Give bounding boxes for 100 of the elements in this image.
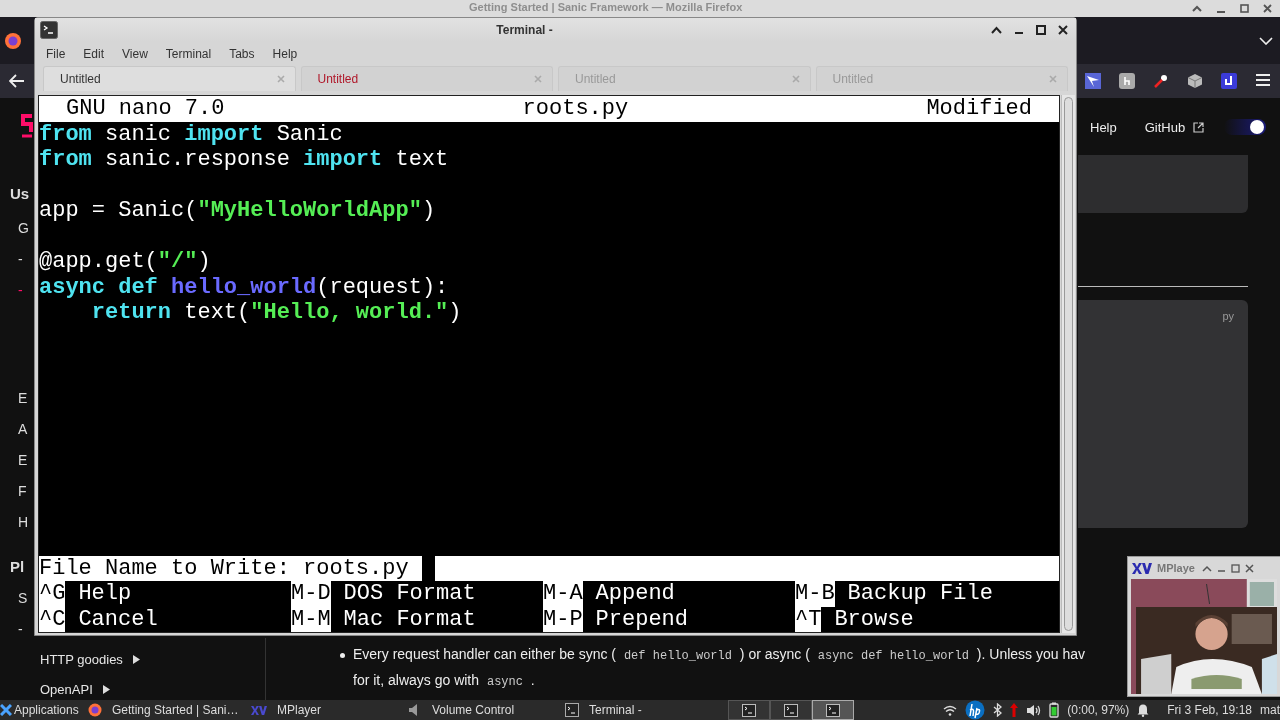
close-icon[interactable] bbox=[1058, 25, 1068, 35]
sidebar-item[interactable]: E bbox=[10, 388, 32, 419]
close-icon[interactable] bbox=[1263, 4, 1272, 13]
sidebar-item[interactable]: H bbox=[10, 512, 32, 557]
sidebar-item[interactable]: F bbox=[10, 481, 32, 512]
shortcut-label: DOS Format bbox=[343, 581, 476, 607]
shortcut-label: Help bbox=[78, 581, 132, 607]
shortcut-label: Cancel bbox=[78, 606, 158, 632]
firefox-icon bbox=[88, 703, 102, 717]
workspace-button[interactable] bbox=[728, 700, 770, 720]
bluetooth-icon bbox=[993, 703, 1003, 717]
xv-logo-icon bbox=[1132, 562, 1152, 574]
sidebar-item[interactable]: - bbox=[10, 619, 32, 650]
sidebar-item[interactable]: - bbox=[10, 280, 32, 388]
collapse-icon[interactable] bbox=[1201, 564, 1212, 572]
workspace-button[interactable] bbox=[770, 700, 812, 720]
theme-toggle[interactable] bbox=[1224, 119, 1267, 135]
code-line: from sanic.response import text bbox=[39, 147, 449, 172]
collapse-icon[interactable] bbox=[1192, 4, 1202, 13]
shortcut-label: Append bbox=[595, 581, 675, 607]
terminal-icon bbox=[565, 703, 579, 717]
shortcut-key: M-B bbox=[795, 581, 835, 607]
code-line: app = Sanic("MyHelloWorldApp") bbox=[39, 198, 436, 223]
taskbar-button[interactable]: MPlayer bbox=[245, 700, 402, 720]
code-line: from sanic import Sanic bbox=[39, 121, 343, 147]
sidebar-item[interactable]: S bbox=[10, 588, 32, 619]
arrow-up-icon bbox=[1010, 703, 1019, 717]
logo-icon bbox=[20, 112, 34, 138]
clock: Fri 3 Feb, 19:18 bbox=[1167, 703, 1252, 717]
paper-plane-icon[interactable] bbox=[1085, 73, 1101, 89]
code-line: @app.get("/") bbox=[39, 249, 211, 274]
firefox-icon[interactable] bbox=[4, 32, 22, 50]
sidebar-heading: Pl bbox=[10, 557, 26, 577]
shortcut-key: ^T bbox=[795, 606, 822, 632]
sidebar-item[interactable]: A bbox=[10, 419, 32, 450]
taskbar-button[interactable]: Volume Control bbox=[402, 700, 559, 720]
battery-status: (0:00, 97%) bbox=[1067, 703, 1130, 717]
menu-item[interactable]: File bbox=[46, 47, 66, 61]
modified-status: Modified bbox=[926, 96, 1032, 122]
key-icon[interactable] bbox=[1153, 73, 1169, 89]
wifi-icon bbox=[943, 704, 958, 716]
external-link-icon bbox=[1193, 121, 1205, 133]
back-arrow-icon[interactable] bbox=[9, 74, 25, 88]
sidebar-item[interactable]: OpenAPI bbox=[40, 680, 140, 698]
paragraph: for it, always go with async . bbox=[353, 672, 536, 691]
taskbar-button[interactable]: Getting Started | Sani… bbox=[88, 700, 245, 720]
menu-item[interactable]: Tabs bbox=[229, 47, 255, 61]
shortcut-key: ^G bbox=[39, 581, 66, 607]
sidebar-item[interactable]: - bbox=[10, 249, 32, 280]
taskbar-button[interactable]: Terminal - bbox=[559, 700, 716, 720]
applications-menu[interactable]: Applications bbox=[0, 700, 88, 720]
terminal-icon bbox=[826, 703, 840, 717]
triangle-right-icon bbox=[132, 654, 140, 664]
terminal-tab[interactable]: Untitled bbox=[43, 66, 296, 91]
terminal-tab[interactable]: Untitled bbox=[300, 66, 553, 91]
menu-item[interactable]: Edit bbox=[83, 47, 105, 61]
shortcut-label: Mac Format bbox=[343, 606, 476, 632]
paragraph: Every request handler can either be sync ( def hello_world ) or async ( async def hello_world ). Unless you hav bbox=[353, 646, 1086, 665]
maximize-icon[interactable] bbox=[1036, 25, 1046, 35]
close-icon[interactable] bbox=[1244, 563, 1254, 573]
shortcut-key: M-A bbox=[543, 581, 583, 607]
cube-icon[interactable] bbox=[1187, 73, 1203, 89]
workspace-button[interactable] bbox=[812, 700, 854, 720]
menu-item[interactable]: Terminal bbox=[165, 47, 212, 61]
sidebar-heading: Us bbox=[10, 184, 31, 204]
scrollbar[interactable] bbox=[1061, 95, 1075, 633]
nav-link[interactable]: GitHub bbox=[1144, 119, 1186, 135]
shortcut-key: ^C bbox=[39, 606, 66, 632]
xv-logo-icon bbox=[251, 705, 267, 715]
window-title: Getting Started | Sanic Framework — Mozilla Firefox bbox=[469, 1, 743, 13]
menu-item[interactable]: View bbox=[122, 47, 148, 61]
sidebar-item[interactable]: G bbox=[10, 218, 32, 249]
maximize-icon[interactable] bbox=[1240, 4, 1249, 13]
sidebar-item[interactable]: HTTP goodies bbox=[40, 650, 140, 668]
shortcut-label: Browse bbox=[834, 606, 914, 632]
terminal-icon bbox=[40, 21, 58, 39]
chevron-down-icon[interactable] bbox=[1259, 37, 1273, 45]
menu-icon[interactable] bbox=[1255, 73, 1271, 87]
shortcut-key: M-M bbox=[291, 606, 331, 632]
sidebar-item[interactable]: E bbox=[10, 450, 32, 481]
speaker-icon bbox=[1026, 703, 1042, 717]
extension-icon[interactable] bbox=[1221, 73, 1237, 89]
terminal-icon bbox=[784, 703, 798, 717]
menu-item[interactable]: Help bbox=[272, 47, 298, 61]
collapse-icon[interactable] bbox=[991, 26, 1002, 34]
code-line: return text("Hello, world.") bbox=[90, 300, 462, 325]
window-title: MPlaye bbox=[1157, 562, 1195, 574]
triangle-right-icon bbox=[102, 684, 110, 694]
shortcut-label: Backup File bbox=[847, 581, 993, 607]
bell-icon[interactable] bbox=[1137, 703, 1150, 717]
hp-logo-icon bbox=[965, 700, 986, 720]
editor-version: GNU nano 7.0 bbox=[66, 96, 225, 122]
terminal-icon bbox=[742, 703, 756, 717]
bullet-icon bbox=[340, 653, 345, 658]
nav-link[interactable]: Help bbox=[1090, 119, 1117, 135]
code-line: async def hello_world(request): bbox=[39, 274, 449, 300]
shortcut-key: M-D bbox=[291, 581, 331, 607]
shortcut-key: M-P bbox=[543, 606, 583, 632]
shortcut-label: Prepend bbox=[595, 606, 689, 632]
language-label: py bbox=[1222, 310, 1234, 322]
